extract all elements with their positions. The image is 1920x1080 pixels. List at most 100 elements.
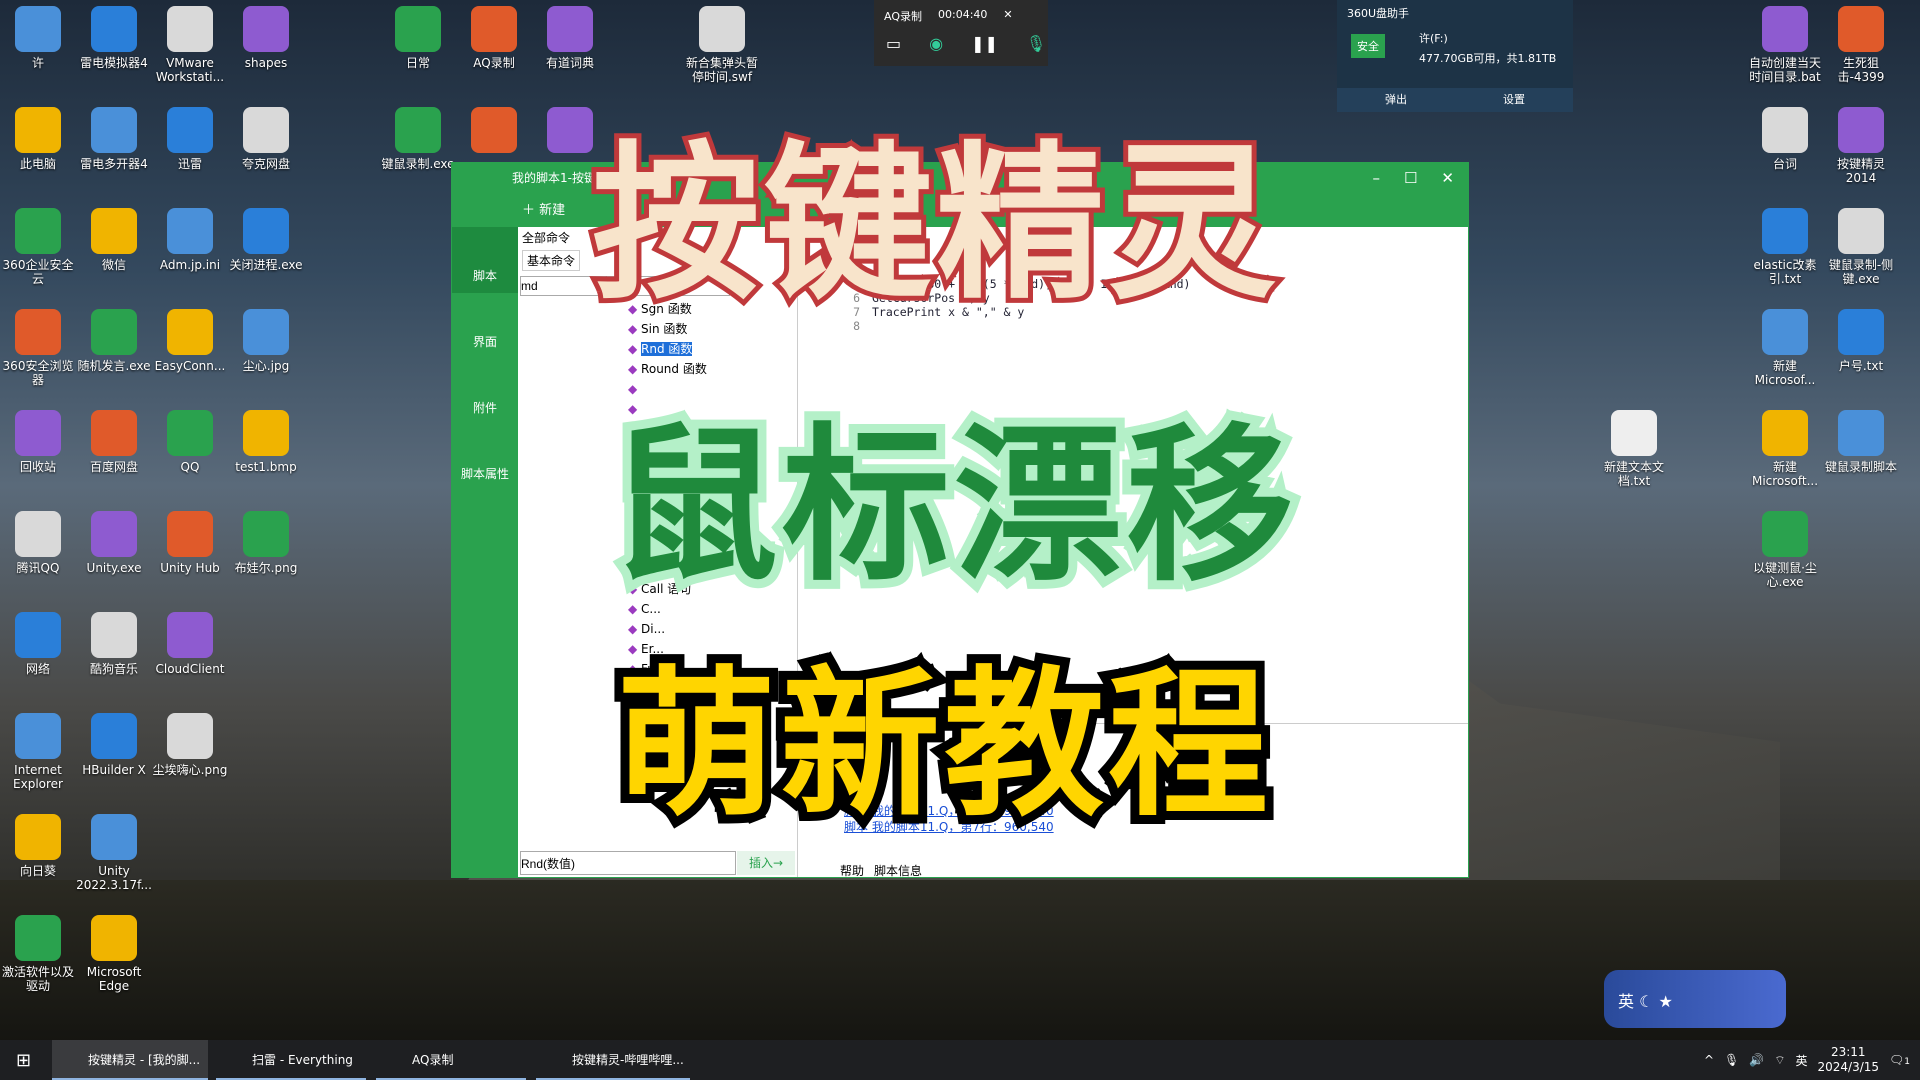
desktop-icon[interactable]: elastic改素引.txt	[1747, 202, 1823, 303]
desktop-icon[interactable]: 迅雷	[152, 101, 228, 202]
desktop-icon[interactable]: 腾讯QQ	[0, 505, 76, 606]
desktop-icon[interactable]: 有道词典	[532, 0, 608, 101]
desktop-icon[interactable]: shapes	[228, 0, 304, 101]
desktop-icon[interactable]: test1.bmp	[228, 404, 304, 505]
desktop-icon[interactable]: 雷电模拟器4	[76, 0, 152, 101]
maximize-button[interactable]: ☐	[1404, 169, 1417, 187]
insert-button[interactable]: 插入→	[737, 851, 795, 875]
nav-script[interactable]: 脚本	[452, 227, 518, 293]
app-icon	[1762, 309, 1808, 355]
desktop-icon[interactable]: 键鼠录制脚本	[1823, 404, 1899, 505]
icon-label: 360企业安全云	[2, 258, 74, 286]
desktop-icon[interactable]: Internet Explorer	[0, 707, 76, 808]
desktop-icon[interactable]: 新建 Microsof...	[1747, 303, 1823, 404]
desktop-icon[interactable]: Unity 2022.3.17f...	[76, 808, 152, 909]
desktop-icon[interactable]: 此电脑	[0, 101, 76, 202]
desktop-icon[interactable]: 新建 Microsoft...	[1747, 404, 1823, 505]
wifi-icon[interactable]: ⌔	[1774, 1053, 1785, 1068]
desktop-icon[interactable]: 360企业安全云	[0, 202, 76, 303]
desktop-icon[interactable]: 日常	[380, 0, 456, 101]
desktop-icon[interactable]: 向日葵	[0, 808, 76, 909]
taskbar-item-bilibili[interactable]: 按键精灵-哔哩哔哩...	[536, 1040, 690, 1080]
taskbar-item-aq[interactable]: AQ录制	[376, 1040, 526, 1080]
desktop-icon[interactable]: 回收站	[0, 404, 76, 505]
volume-icon[interactable]: 🔊	[1749, 1053, 1764, 1067]
desktop-icon[interactable]: CloudClient	[152, 606, 228, 707]
mic-icon[interactable]: 🎙	[1724, 1053, 1739, 1067]
desktop-col1: 许此电脑 360企业安全云 360安全浏览器 回收站 腾讯QQ 网络 Internet Ex…	[0, 0, 76, 1010]
date: 2024/3/15	[1817, 1060, 1880, 1074]
nav-attachment[interactable]: 附件	[452, 359, 518, 425]
desktop-icon[interactable]: 键鼠录制-侧键.exe	[1823, 202, 1899, 303]
safe-badge: 安全	[1351, 34, 1385, 58]
desktop-icon[interactable]: 微信	[76, 202, 152, 303]
desktop-icon[interactable]: 360安全浏览器	[0, 303, 76, 404]
desktop-icon[interactable]: 生死狙击-4399	[1823, 0, 1899, 101]
desktop-icon[interactable]: 按键精灵2014	[1823, 101, 1899, 202]
icon-label: 向日葵	[19, 864, 56, 878]
desktop-icon[interactable]: 以键测鼠·尘心.exe	[1747, 505, 1823, 606]
ime-floating-bar[interactable]: 英 ☾ ★	[1604, 970, 1786, 1028]
tab-help[interactable]: 帮助	[840, 862, 864, 879]
settings-button[interactable]: 设置	[1503, 88, 1525, 112]
window-icon[interactable]: ▭	[886, 34, 901, 53]
desktop-icon[interactable]: 尘心.jpg	[228, 303, 304, 404]
app-icon	[15, 511, 61, 557]
syntax-field[interactable]	[520, 851, 736, 875]
minimize-button[interactable]: –	[1372, 169, 1380, 187]
desktop-icon[interactable]: HBuilder X	[76, 707, 152, 808]
clock[interactable]: 23:11 2024/3/15	[1818, 1045, 1880, 1075]
desktop-icon[interactable]: 布娃尔.png	[228, 505, 304, 606]
desktop-icon[interactable]: 夸克网盘	[228, 101, 304, 202]
desktop-icon[interactable]: 雷电多开器4	[76, 101, 152, 202]
desktop-icon[interactable]: 随机发言.exe	[76, 303, 152, 404]
desktop-icon[interactable]: 自动创建当天时间目录.bat	[1747, 0, 1823, 101]
desktop-icon[interactable]: EasyConn...	[152, 303, 228, 404]
desktop-right_col1: 自动创建当天时间目录.bat 台词 elastic改素引.txt 新建 Microso…	[1747, 0, 1823, 606]
icon-label: VMware Workstati...	[155, 56, 225, 84]
desktop-icon[interactable]: Unity Hub	[152, 505, 228, 606]
desktop-icon[interactable]: Adm.jp.ini	[152, 202, 228, 303]
taskbar-item-everything[interactable]: 扫雷 - Everything	[216, 1040, 366, 1080]
desktop-icon[interactable]: 网络	[0, 606, 76, 707]
tree-item[interactable]: ◆ Rnd 函数	[628, 339, 797, 359]
desktop-icon[interactable]: QQ	[152, 404, 228, 505]
desktop-icon[interactable]: 尘埃嗨心.png	[152, 707, 228, 808]
tab-basic-commands[interactable]: 基本命令	[522, 250, 581, 271]
desktop-icon[interactable]: 新建文本文档.txt	[1596, 404, 1672, 505]
icon-label: Unity 2022.3.17f...	[76, 864, 152, 892]
ime-indicator[interactable]: 英	[1795, 1052, 1807, 1069]
desktop-icon[interactable]: AQ录制	[456, 0, 532, 101]
desktop-icon[interactable]: 新合集弹头暂停时间.swf	[684, 0, 760, 101]
desktop-icon[interactable]: 关闭进程.exe	[228, 202, 304, 303]
desktop-icon[interactable]: VMware Workstati...	[152, 0, 228, 101]
desktop-icon[interactable]: 户号.txt	[1823, 303, 1899, 404]
tab-script-info[interactable]: 脚本信息	[874, 862, 922, 879]
pause-icon[interactable]: ❚❚	[971, 34, 998, 53]
icon-label: 生死狙击-4399	[1837, 56, 1885, 84]
app-icon	[395, 107, 441, 153]
chevron-up-icon[interactable]: ^	[1704, 1053, 1714, 1067]
windows-start-icon[interactable]: ⊞	[16, 1050, 31, 1071]
icon-label: 新建文本文档.txt	[1603, 460, 1664, 488]
desktop-icon[interactable]: 激活软件以及驱动	[0, 909, 76, 1010]
eject-button[interactable]: 弹出	[1385, 88, 1407, 112]
new-button[interactable]: ＋ 新建	[522, 199, 565, 218]
close-button[interactable]: ✕	[1441, 169, 1454, 187]
notification-icon[interactable]: 🗨1	[1889, 1053, 1910, 1067]
app-icon	[167, 208, 213, 254]
close-icon[interactable]: ✕	[1003, 8, 1012, 24]
record-icon[interactable]: ◉	[929, 34, 943, 53]
nav-properties[interactable]: 脚本属性	[452, 425, 518, 491]
desktop-icon[interactable]: 键鼠录制.exe	[380, 101, 456, 202]
desktop-icon[interactable]: Unity.exe	[76, 505, 152, 606]
nav-ui[interactable]: 界面	[452, 293, 518, 359]
desktop-icon[interactable]: 酷狗音乐	[76, 606, 152, 707]
taskbar-item-anjian[interactable]: 按键精灵 - [我的脚...	[52, 1040, 208, 1080]
icon-label: Unity.exe	[86, 561, 142, 575]
desktop-icon[interactable]: Microsoft Edge	[76, 909, 152, 1010]
desktop-icon[interactable]: 台词	[1747, 101, 1823, 202]
desktop-icon[interactable]: 许	[0, 0, 76, 101]
mic-icon[interactable]: 🎙	[1026, 34, 1046, 53]
desktop-icon[interactable]: 百度网盘	[76, 404, 152, 505]
